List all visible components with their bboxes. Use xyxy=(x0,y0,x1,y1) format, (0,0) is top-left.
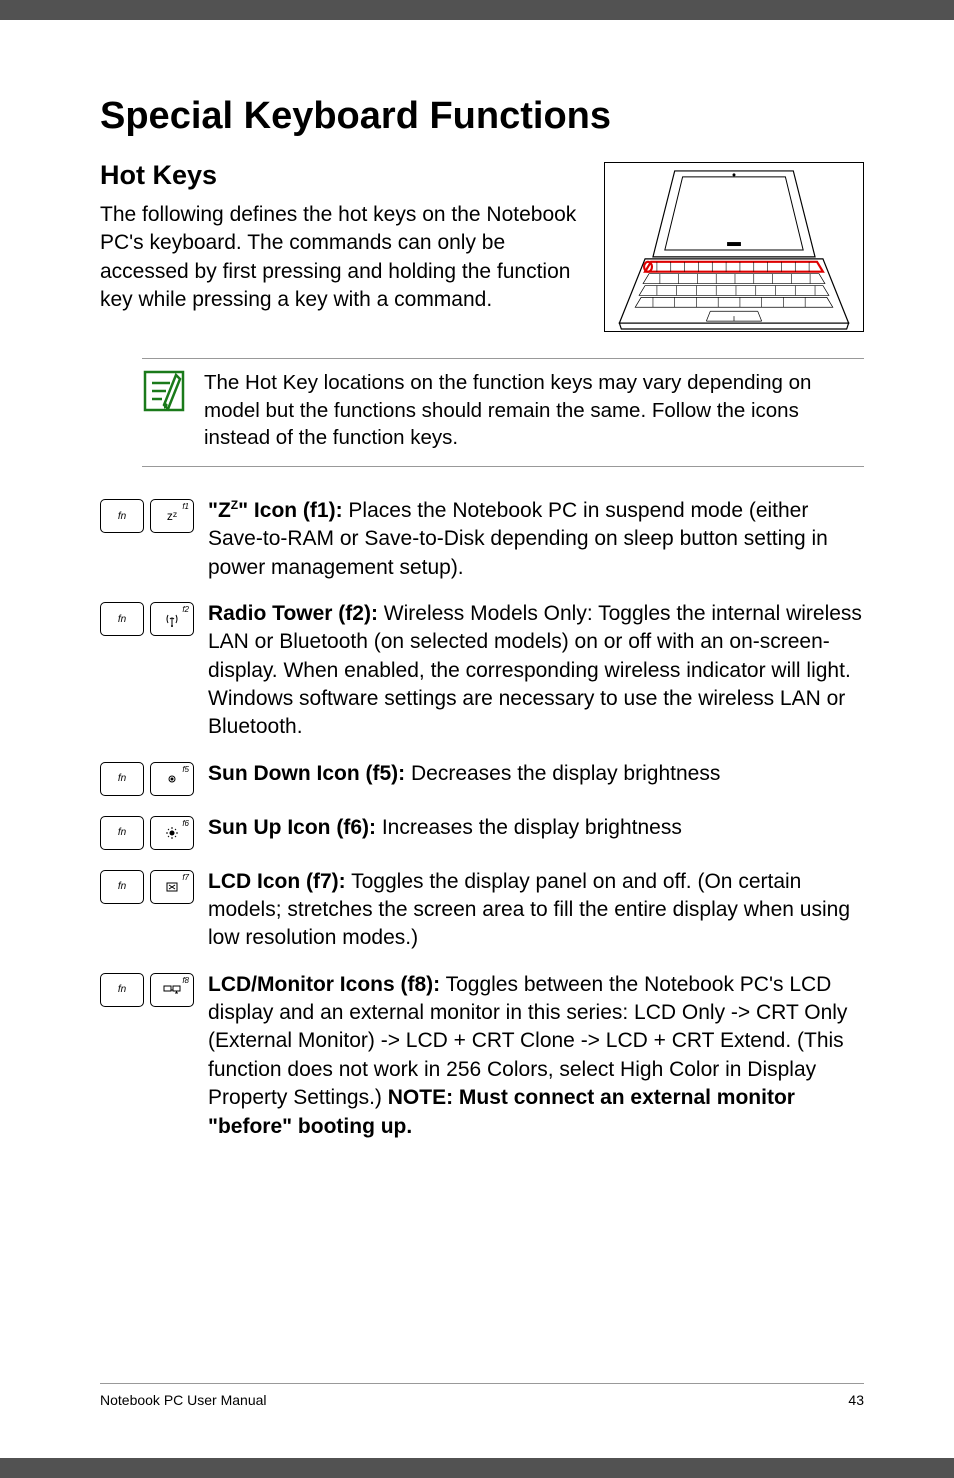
entry-text: Sun Down Icon (f5): Decreases the displa… xyxy=(208,760,720,788)
entry-text: Sun Up Icon (f6): Increases the display … xyxy=(208,814,682,842)
fn-key: fn xyxy=(100,870,144,904)
fnum-label: f6 xyxy=(182,819,189,828)
f6-key: f6 xyxy=(150,816,194,850)
page-footer: Notebook PC User Manual 43 xyxy=(100,1383,864,1408)
footer-title: Notebook PC User Manual xyxy=(100,1392,267,1408)
document-page: Special Keyboard Functions Hot Keys The … xyxy=(0,20,954,1458)
fn-label: fn xyxy=(118,881,126,892)
f8-key: f8 xyxy=(150,973,194,1007)
entry-text: LCD/Monitor Icons (f8): Toggles between … xyxy=(208,971,864,1141)
fn-label: fn xyxy=(118,984,126,995)
f1-key: f1 zᶻ xyxy=(150,499,194,533)
fn-key: fn xyxy=(100,499,144,533)
radio-tower-icon xyxy=(164,611,180,627)
entry-lead: Radio Tower (f2): xyxy=(208,602,378,625)
entry-text: Radio Tower (f2): Wireless Models Only: … xyxy=(208,600,864,742)
fn-key: fn xyxy=(100,602,144,636)
key-combo: fn f2 xyxy=(100,602,194,636)
entry-body: Increases the display brightness xyxy=(376,816,682,839)
zz-icon: zᶻ xyxy=(167,509,177,523)
fn-key: fn xyxy=(100,762,144,796)
intro-text-block: Hot Keys The following defines the hot k… xyxy=(100,160,579,332)
entry-text: "ZZ" Icon (f1): Places the Notebook PC i… xyxy=(208,497,864,582)
hotkey-entry-f8: fn f8 LCD/Monitor Icons (f8): Toggles be… xyxy=(100,971,864,1141)
key-combo: fn f6 xyxy=(100,816,194,850)
key-combo: fn f5 xyxy=(100,762,194,796)
f7-key: f7 xyxy=(150,870,194,904)
entry-lead: "ZZ" Icon (f1): xyxy=(208,499,343,522)
key-combo: fn f7 xyxy=(100,870,194,904)
entry-lead: Sun Down Icon (f5): xyxy=(208,762,405,785)
entry-lead: LCD Icon (f7): xyxy=(208,870,346,893)
fnum-label: f2 xyxy=(182,605,189,614)
laptop-diagram xyxy=(604,162,864,332)
entry-lead: Sun Up Icon (f6): xyxy=(208,816,376,839)
sun-up-icon xyxy=(165,826,179,840)
main-heading: Special Keyboard Functions xyxy=(100,95,864,138)
hotkey-entry-f6: fn f6 Sun Up Icon (f6): Increases the di… xyxy=(100,814,864,850)
sun-down-icon xyxy=(165,772,179,786)
hotkey-entry-f2: fn f2 Radio Tower (f2): Wireless Models … xyxy=(100,600,864,742)
key-combo: fn f1 zᶻ xyxy=(100,499,194,533)
sub-heading: Hot Keys xyxy=(100,160,579,191)
fnum-label: f7 xyxy=(182,873,189,882)
intro-row: Hot Keys The following defines the hot k… xyxy=(100,160,864,332)
fnum-label: f1 xyxy=(182,502,189,511)
entry-text: LCD Icon (f7): Toggles the display panel… xyxy=(208,868,864,953)
note-pencil-icon xyxy=(142,369,186,413)
fn-key: fn xyxy=(100,816,144,850)
note-text: The Hot Key locations on the function ke… xyxy=(204,369,864,452)
page-number: 43 xyxy=(848,1392,864,1408)
lcd-monitor-icon xyxy=(163,984,181,996)
fn-label: fn xyxy=(118,511,126,522)
entry-lead: LCD/Monitor Icons (f8): xyxy=(208,973,440,996)
entry-body: Decreases the display brightness xyxy=(405,762,720,785)
fnum-label: f5 xyxy=(182,765,189,774)
fn-key: fn xyxy=(100,973,144,1007)
fn-label: fn xyxy=(118,614,126,625)
laptop-icon xyxy=(605,163,863,331)
hotkey-entry-f1: fn f1 zᶻ "ZZ" Icon (f1): Places the Note… xyxy=(100,497,864,582)
fn-label: fn xyxy=(118,773,126,784)
intro-paragraph: The following defines the hot keys on th… xyxy=(100,201,579,314)
lcd-off-icon xyxy=(165,880,179,894)
hotkey-entry-f5: fn f5 Sun Down Icon (f5): Decreases the … xyxy=(100,760,864,796)
note-block: The Hot Key locations on the function ke… xyxy=(142,358,864,467)
key-combo: fn f8 xyxy=(100,973,194,1007)
fnum-label: f8 xyxy=(182,976,189,985)
f2-key: f2 xyxy=(150,602,194,636)
hotkey-entry-f7: fn f7 LCD Icon (f7): Toggles the display… xyxy=(100,868,864,953)
fn-label: fn xyxy=(118,827,126,838)
f5-key: f5 xyxy=(150,762,194,796)
